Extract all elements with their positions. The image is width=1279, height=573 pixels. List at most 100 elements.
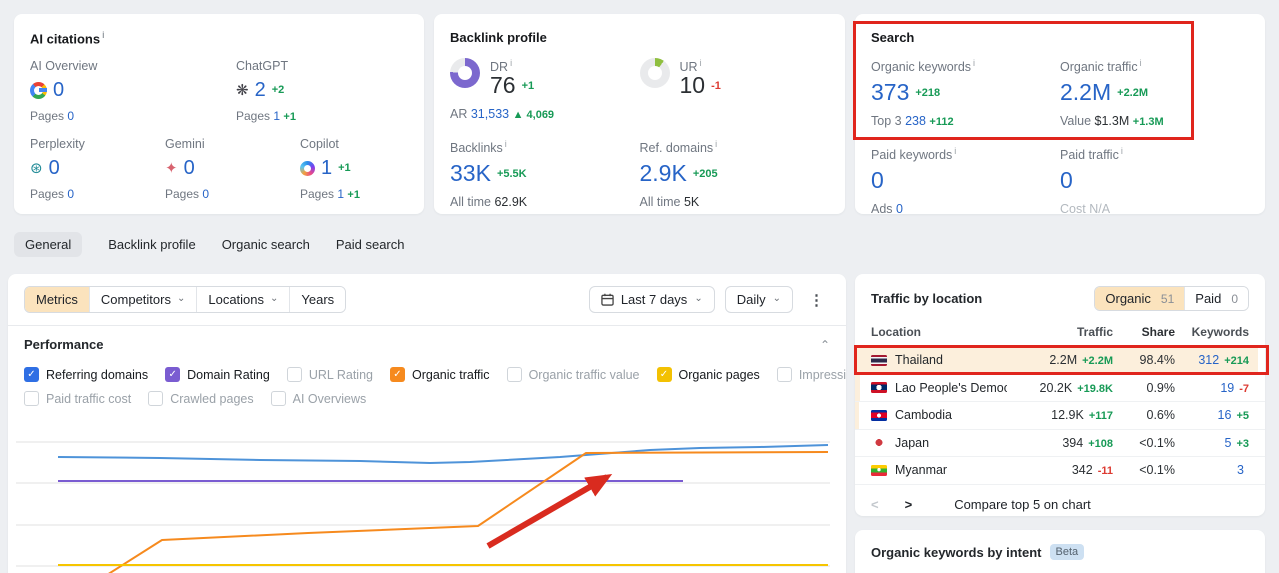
organic-traffic-value[interactable]: 2.2M [1060, 81, 1111, 104]
col-header-location[interactable]: Location [871, 325, 1007, 339]
more-options-kebab-icon[interactable]: ⋮ [803, 289, 830, 311]
chatgpt-icon: ❋ [236, 81, 249, 99]
location-name[interactable]: Cambodia [895, 408, 952, 422]
col-header-traffic[interactable]: Traffic [1007, 325, 1113, 339]
info-icon[interactable]: i [715, 139, 717, 149]
chatgpt-value[interactable]: 2 [255, 80, 266, 100]
ur-value: 10 [679, 72, 706, 99]
metric-label: AI Overviews [292, 391, 367, 406]
table-row-japan[interactable]: Japan 394 +108 <0.1% 5 +3 [855, 430, 1265, 457]
checkbox-icon: ✓ [24, 367, 39, 382]
date-range-button[interactable]: Last 7 days ⌄ [588, 286, 715, 313]
paid-traffic-value[interactable]: 0 [1060, 169, 1073, 192]
location-name[interactable]: Myanmar [895, 463, 947, 477]
collapse-chevron-up-icon[interactable]: ⌃ [820, 338, 830, 352]
metric-checkbox-paid-traffic-cost[interactable]: Paid traffic cost [24, 391, 131, 406]
perplexity-label: Perplexity [30, 137, 85, 152]
paid-keywords-value[interactable]: 0 [871, 169, 884, 192]
perplexity-value[interactable]: 0 [49, 158, 60, 178]
metric-checkbox-ai-overviews[interactable]: AI Overviews [270, 391, 367, 406]
metric-checkbox-url-rating[interactable]: URL Rating [286, 367, 373, 382]
tab-general[interactable]: General [14, 232, 83, 257]
ai-overview-value[interactable]: 0 [53, 80, 64, 100]
page-next-chevron-icon[interactable]: > [905, 497, 913, 512]
info-icon[interactable]: i [954, 146, 956, 156]
competitors-button[interactable]: Competitors ⌄ [88, 287, 197, 312]
table-row-thailand[interactable]: Thailand 2.2M +2.2M 98.4% 312 +214 [854, 345, 1269, 375]
checkbox-icon [506, 367, 522, 382]
info-icon[interactable]: i [510, 58, 512, 68]
performance-card: Metrics Competitors ⌄ Locations ⌄ Years La… [8, 274, 846, 573]
laos-flag-icon [871, 382, 887, 394]
ref-domains-value[interactable]: 2.9K [640, 162, 687, 185]
chatgpt-label: ChatGPT [236, 59, 289, 74]
table-row-myanmar[interactable]: Myanmar 342 -11 <0.1% 3 [855, 457, 1265, 485]
perplexity-stat: Perplexity ⊛ 0 Pages 0 [30, 137, 165, 201]
info-icon[interactable]: i [102, 30, 105, 40]
traffic-by-location-title: Traffic by location [871, 291, 983, 306]
checkbox-icon: ✓ [165, 367, 181, 382]
chart-mode-segmented-control: Metrics Competitors ⌄ Locations ⌄ Years [24, 286, 347, 313]
paid-keywords-label: Paid keywords i [871, 146, 957, 163]
backlinks-alltime: All time 62.9K [450, 195, 528, 210]
checkbox-icon [270, 391, 286, 406]
google-icon [30, 81, 47, 99]
metric-checkbox-referring-domains[interactable]: ✓ Referring domains [24, 367, 148, 382]
metric-checkbox-row-2: Paid traffic cost Crawled pages AI Overv… [8, 391, 846, 406]
myanmar-flag-icon [871, 464, 887, 476]
compare-top5-link[interactable]: Compare top 5 on chart [954, 497, 1091, 512]
info-icon[interactable]: i [973, 58, 975, 68]
info-icon[interactable]: i [1121, 146, 1123, 156]
metric-checkbox-domain-rating[interactable]: ✓ Domain Rating [165, 367, 270, 382]
table-row-laos[interactable]: Lao People's Democratic Reput 20.2K+19.8… [855, 374, 1265, 402]
traffic-by-location-card: Traffic by location Organic 51 Paid 0 Loca… [854, 274, 1269, 516]
chart-toolbar: Metrics Competitors ⌄ Locations ⌄ Years La… [8, 274, 846, 326]
metric-checkbox-impressions[interactable]: Impressions [776, 367, 846, 382]
metrics-button[interactable]: Metrics [25, 287, 89, 312]
location-name[interactable]: Thailand [895, 353, 943, 367]
tab-paid-search[interactable]: Paid search [336, 232, 405, 257]
checkbox-icon: ✓ [656, 367, 672, 382]
locations-button[interactable]: Locations ⌄ [196, 287, 290, 312]
copilot-value[interactable]: 1 [321, 158, 332, 178]
metric-label: Referring domains [46, 367, 149, 382]
gemini-value[interactable]: 0 [184, 158, 195, 178]
location-name[interactable]: Japan [895, 436, 929, 450]
tab-organic-search[interactable]: Organic search [222, 232, 310, 257]
chevron-down-icon: ⌄ [694, 292, 703, 304]
organic-toggle-button[interactable]: Organic 51 [1095, 287, 1185, 310]
search-title: Search [871, 30, 915, 45]
info-icon[interactable]: i [700, 58, 702, 68]
years-button[interactable]: Years [289, 287, 346, 312]
col-header-keywords[interactable]: Keywords [1175, 325, 1249, 339]
gemini-label: Gemini [165, 137, 205, 152]
table-header-row: Location Traffic Share Keywords [855, 321, 1265, 347]
ai-overview-pages: Pages 0 [30, 109, 75, 124]
metric-label: Crawled pages [170, 391, 254, 406]
granularity-button[interactable]: Daily ⌄ [724, 286, 793, 313]
location-name[interactable]: Lao People's Democratic Reput [895, 381, 1007, 395]
paid-toggle-button[interactable]: Paid 0 [1184, 287, 1248, 310]
metric-checkbox-crawled-pages[interactable]: Crawled pages [148, 391, 254, 406]
metric-checkbox-organic-traffic[interactable]: ✓ Organic traffic [389, 367, 490, 382]
table-row-cambodia[interactable]: Cambodia 12.9K +117 0.6% 16 +5 [855, 402, 1265, 430]
metric-label: URL Rating [308, 367, 373, 382]
tab-backlink-profile[interactable]: Backlink profile [108, 232, 195, 257]
info-icon[interactable]: i [505, 139, 507, 149]
page-prev-chevron-icon[interactable]: < [871, 497, 879, 512]
performance-section-title: Performance [24, 337, 104, 352]
metric-checkbox-organic-traffic-value[interactable]: Organic traffic value [506, 367, 640, 382]
cost-line: Cost N/A [1060, 202, 1111, 217]
backlinks-value[interactable]: 33K [450, 162, 491, 185]
metric-checkbox-organic-pages[interactable]: ✓ Organic pages [656, 367, 760, 382]
paid-keywords-stat: Paid keywords i 0 Ads 0 [871, 146, 1060, 216]
metric-label: Organic traffic [411, 367, 490, 382]
checkbox-icon [24, 391, 39, 406]
checkbox-icon [286, 367, 302, 382]
info-icon[interactable]: i [1140, 58, 1142, 68]
paid-traffic-stat: Paid traffic i 0 Cost N/A [1060, 146, 1249, 216]
performance-chart[interactable] [8, 414, 846, 573]
organic-keywords-value[interactable]: 373 [871, 81, 909, 104]
col-header-share[interactable]: Share [1113, 325, 1175, 339]
dr-value: 76 [490, 72, 516, 99]
